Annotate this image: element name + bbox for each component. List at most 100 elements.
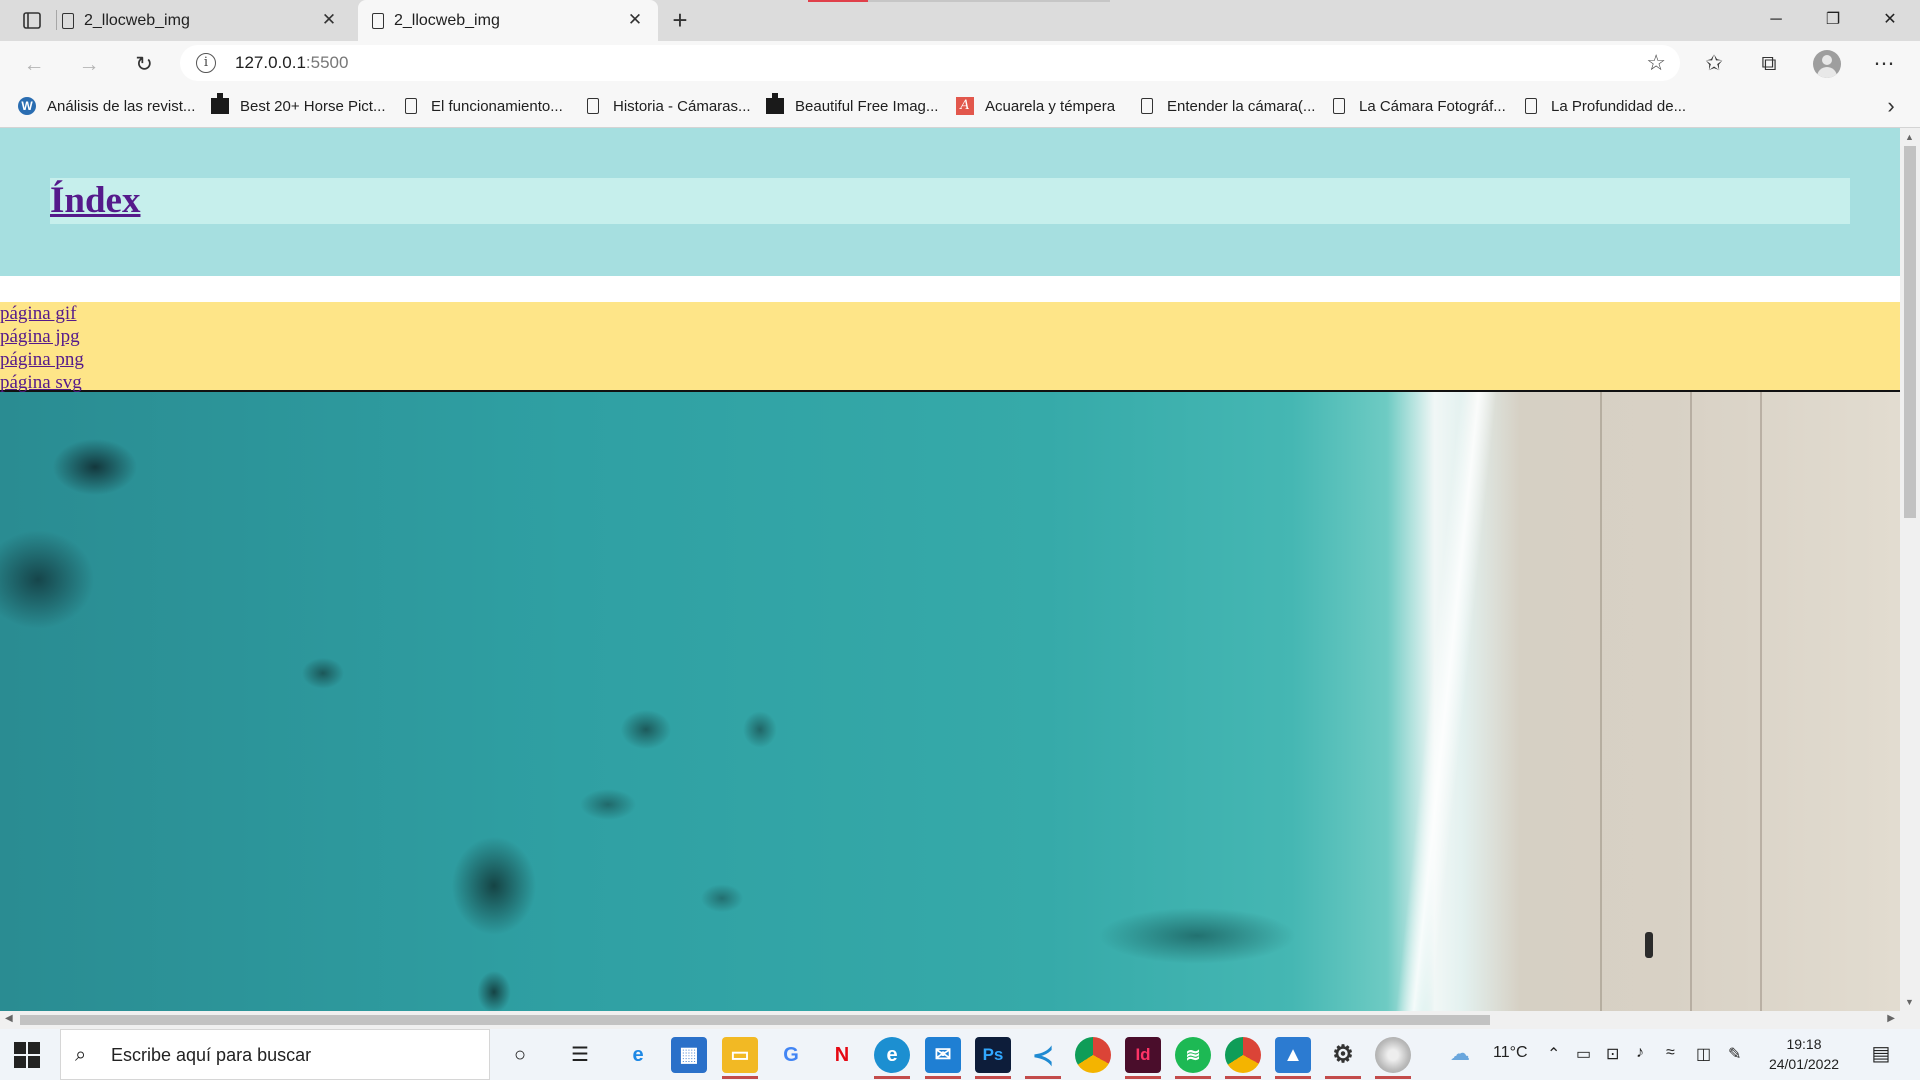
page-icon — [62, 12, 74, 29]
minimize-icon[interactable]: ─ — [1748, 0, 1804, 40]
search-icon: ⌕ — [75, 1044, 87, 1066]
edge-icon[interactable]: e — [874, 1037, 910, 1079]
volume-icon[interactable]: ♪ — [1636, 1044, 1644, 1062]
bookmark-item[interactable]: La Cámara Fotográf... — [1329, 87, 1506, 125]
tab-actions-icon[interactable] — [15, 7, 47, 34]
site-info-icon[interactable]: i — [196, 53, 216, 73]
favorites-icon[interactable]: ✩ — [1698, 48, 1730, 80]
windows-start-icon[interactable] — [14, 1042, 40, 1068]
browser-tab[interactable]: 2_llocweb_img ✕ — [62, 0, 352, 41]
site-header: Índex — [0, 128, 1900, 276]
bookmark-item[interactable]: Entender la cámara(... — [1137, 87, 1315, 125]
chevron-right-icon[interactable]: › — [1876, 87, 1906, 125]
nav-link-png[interactable]: página png — [0, 348, 84, 371]
store-icon[interactable]: ▦ — [671, 1037, 707, 1073]
hero-beach-image — [0, 392, 1900, 1011]
netflix-icon[interactable]: N — [824, 1037, 860, 1073]
bookmark-label: El funcionamiento... — [431, 97, 563, 115]
search-placeholder: Escribe aquí para buscar — [111, 1045, 312, 1065]
bookmark-label: Acuarela y témpera — [985, 97, 1116, 115]
bookmark-item[interactable]: La Profundidad de... — [1521, 87, 1686, 125]
bookmark-item[interactable]: A Acuarela y témpera — [955, 87, 1115, 125]
add-favorite-icon[interactable]: ☆ — [1646, 50, 1666, 76]
tab-label: 2_llocweb_img — [84, 11, 190, 29]
internet-explorer-icon[interactable]: e — [620, 1037, 656, 1073]
page-icon — [1329, 96, 1349, 116]
task-view-icon[interactable]: ○ — [502, 1037, 538, 1073]
bookmark-item[interactable]: El funcionamiento... — [401, 87, 563, 125]
profile-avatar-icon[interactable] — [1813, 50, 1841, 78]
horizontal-scrollbar[interactable]: ◀ ▶ — [0, 1011, 1900, 1029]
title-bar: Índex — [50, 178, 1850, 224]
bookmark-item[interactable]: Beautiful Free Imag... — [765, 87, 938, 125]
wordpress-icon: W — [17, 96, 37, 116]
page-icon — [1521, 96, 1541, 116]
address-bar[interactable]: i 127.0.0.1:5500 ☆ — [180, 45, 1680, 81]
collections-icon[interactable]: ⧉ — [1753, 48, 1785, 80]
address-host: 127.0.0.1 — [235, 53, 306, 72]
more-options-icon[interactable]: ⋯ — [1868, 48, 1900, 80]
reload-icon[interactable]: ↻ — [128, 49, 160, 81]
back-icon[interactable]: ← — [18, 49, 50, 81]
nav-link-jpg[interactable]: página jpg — [0, 325, 84, 348]
chevron-up-icon[interactable]: ⌃ — [1547, 1044, 1560, 1064]
spotify-icon[interactable]: ≋ — [1175, 1037, 1211, 1079]
bookmark-item[interactable]: Best 20+ Horse Pict... — [210, 87, 385, 125]
forward-icon[interactable]: → — [73, 49, 105, 81]
file-explorer-icon[interactable]: ▭ — [722, 1037, 758, 1079]
address-url: 127.0.0.1:5500 — [235, 53, 348, 73]
weather-temp[interactable]: 11°C — [1493, 1044, 1528, 1062]
photoshop-icon[interactable]: Ps — [975, 1037, 1011, 1079]
browser-tab-active[interactable]: 2_llocweb_img ✕ — [358, 0, 658, 41]
scroll-left-icon[interactable]: ◀ — [5, 1013, 13, 1024]
photos-icon[interactable]: ▲ — [1275, 1037, 1311, 1079]
scroll-thumb[interactable] — [20, 1015, 1490, 1025]
weather-cloud-icon[interactable]: ☁ — [1450, 1041, 1470, 1066]
battery-icon[interactable]: ▭ — [1576, 1044, 1591, 1064]
notifications-icon[interactable]: ▤ — [1868, 1041, 1894, 1067]
network-icon[interactable]: ⊡ — [1606, 1044, 1619, 1064]
widgets-icon[interactable]: ☰ — [562, 1037, 598, 1073]
loading-indicator — [808, 0, 868, 2]
clock-time: 19:18 — [1786, 1036, 1822, 1052]
person-figure — [1645, 932, 1653, 958]
pen-icon[interactable]: ✎ — [1728, 1044, 1741, 1064]
tab-close-icon[interactable]: ✕ — [624, 9, 646, 31]
bookmark-item[interactable]: Historia - Cámaras... — [583, 87, 751, 125]
bookmark-label: Historia - Cámaras... — [613, 97, 751, 115]
clock[interactable]: 19:18 24/01/2022 — [1768, 1034, 1840, 1074]
scroll-down-icon[interactable]: ▼ — [1905, 997, 1914, 1007]
scrollbar-corner — [1900, 1011, 1920, 1029]
taskbar-search[interactable]: ⌕ Escribe aquí para buscar — [60, 1029, 490, 1080]
page-title-link[interactable]: Índex — [50, 178, 140, 224]
bookmark-label: La Profundidad de... — [1551, 97, 1687, 115]
sand-track — [1760, 392, 1762, 1011]
wifi-icon[interactable]: ≈ — [1666, 1044, 1675, 1062]
scroll-up-icon[interactable]: ▲ — [1905, 132, 1914, 142]
indesign-icon[interactable]: Id — [1125, 1037, 1161, 1079]
new-tab-button[interactable]: + — [665, 7, 695, 34]
scroll-right-icon[interactable]: ▶ — [1887, 1013, 1895, 1024]
scroll-thumb[interactable] — [1904, 146, 1916, 518]
vscode-icon[interactable]: ≺ — [1025, 1037, 1061, 1079]
google-icon[interactable]: G — [773, 1037, 809, 1073]
restore-icon[interactable]: ❐ — [1805, 0, 1861, 40]
page-icon — [401, 96, 421, 116]
mail-icon[interactable]: ✉ — [925, 1037, 961, 1079]
site-nav: página gif página jpg página png página … — [0, 302, 1900, 394]
close-window-icon[interactable]: ✕ — [1862, 0, 1918, 40]
bookmark-item[interactable]: W Análisis de las revist... — [17, 87, 195, 125]
dvd-icon[interactable] — [1375, 1037, 1411, 1079]
chrome-icon[interactable] — [1075, 1037, 1111, 1073]
tab-close-icon[interactable]: ✕ — [318, 9, 340, 31]
browser-tab-strip: 2_llocweb_img ✕ 2_llocweb_img ✕ + ─ ❐ ✕ — [0, 0, 1920, 41]
nav-link-svg[interactable]: página svg — [0, 371, 84, 394]
vertical-scrollbar[interactable]: ▲ ▼ — [1900, 128, 1920, 1011]
meet-now-icon[interactable]: ◫ — [1696, 1044, 1711, 1064]
chrome-profile-icon[interactable] — [1225, 1037, 1261, 1079]
bookmark-label: Análisis de las revist... — [47, 97, 196, 115]
nav-link-gif[interactable]: página gif — [0, 302, 84, 325]
bookmark-label: La Cámara Fotográf... — [1359, 97, 1506, 115]
settings-icon[interactable]: ⚙ — [1325, 1037, 1361, 1079]
address-port: :5500 — [305, 53, 349, 72]
